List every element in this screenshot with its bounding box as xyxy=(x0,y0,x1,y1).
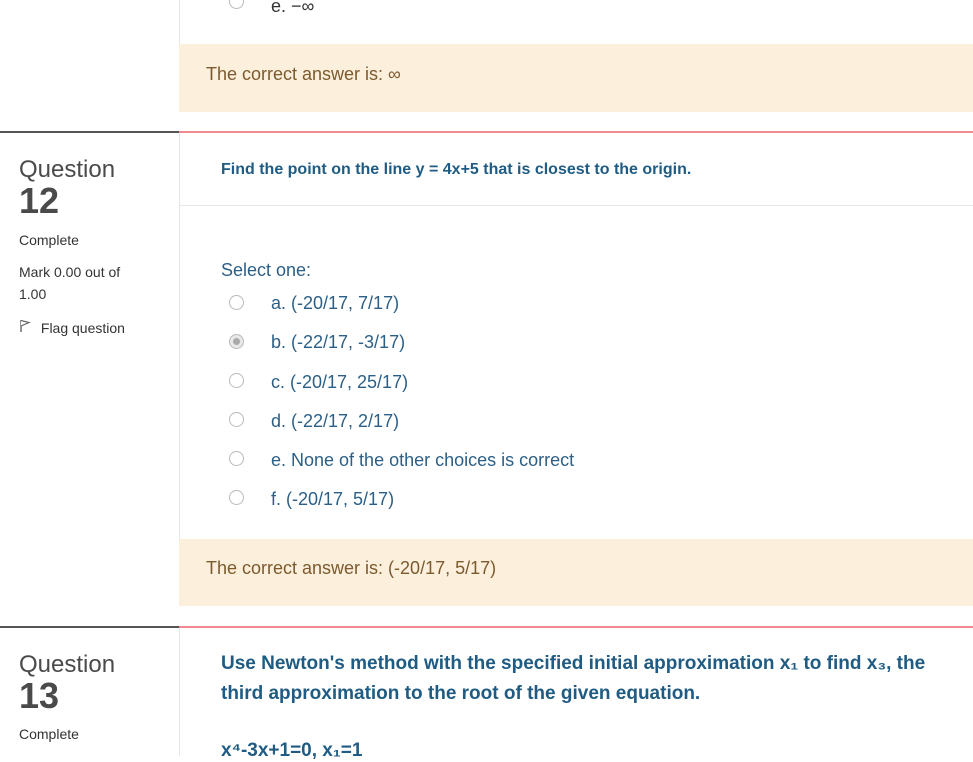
prev-feedback-text: The correct answer is: ∞ xyxy=(206,64,401,84)
q12-feedback-text: The correct answer is: (-20/17, 5/17) xyxy=(206,558,497,578)
q12-option-e[interactable]: e. None of the other choices is correct xyxy=(271,450,574,471)
q12-option-f[interactable]: f. (-20/17, 5/17) xyxy=(271,489,394,510)
q12-divider xyxy=(180,205,973,206)
prev-feedback-box: The correct answer is: ∞ xyxy=(179,44,973,112)
flag-icon xyxy=(19,319,33,336)
q12-mark-line1: Mark 0.00 out of xyxy=(19,264,121,280)
q12-option-a[interactable]: a. (-20/17, 7/17) xyxy=(271,293,399,314)
q12-option-c-radio[interactable] xyxy=(229,373,244,388)
select-one-prompt: Select one: xyxy=(221,260,312,280)
q12-mark-line2: 1.00 xyxy=(19,286,47,302)
q12-option-b[interactable]: b. (-22/17, -3/17) xyxy=(271,332,405,353)
q12-left-divider xyxy=(0,131,179,133)
q13-equation: x⁴-3x+1=0, x₁=1 xyxy=(221,740,363,761)
prev-option-label: e. −∞ xyxy=(271,0,315,16)
q13-state: Complete xyxy=(19,726,79,742)
q13-question-line1: Use Newton's method with the specified i… xyxy=(221,653,926,674)
q13-number: 13 xyxy=(19,675,60,716)
q12-option-e-radio[interactable] xyxy=(229,451,244,466)
q12-feedback-box: The correct answer is: (-20/17, 5/17) xyxy=(179,539,973,606)
q12-question-text: Find the point on the line y = 4x+5 that… xyxy=(221,161,692,178)
q12-state: Complete xyxy=(19,232,79,248)
q12-option-f-radio[interactable] xyxy=(229,490,244,505)
q13-left-divider xyxy=(0,626,179,628)
flag-question-link[interactable]: Flag question xyxy=(19,319,125,336)
q12-option-c[interactable]: c. (-20/17, 25/17) xyxy=(271,372,408,393)
q12-option-b-radio[interactable] xyxy=(229,334,244,349)
q12-option-d[interactable]: d. (-22/17, 2/17) xyxy=(271,411,399,432)
flag-question-label: Flag question xyxy=(40,320,125,336)
q12-option-a-radio[interactable] xyxy=(229,295,244,310)
q12-option-d-radio[interactable] xyxy=(229,412,244,427)
q12-number: 12 xyxy=(19,180,60,221)
q13-question-line2: third approximation to the root of the g… xyxy=(221,683,701,704)
